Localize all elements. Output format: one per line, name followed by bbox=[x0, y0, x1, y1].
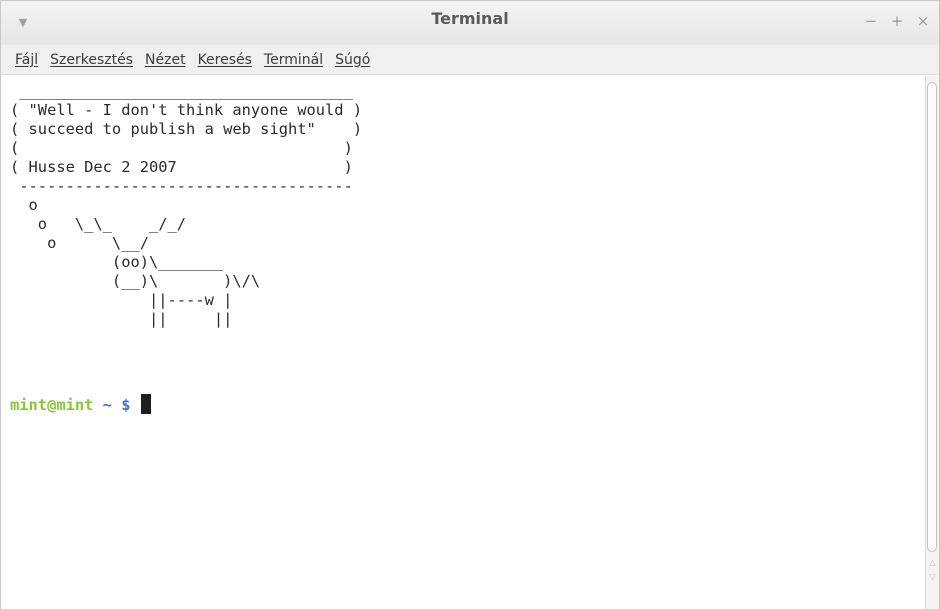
menu-view[interactable]: Nézet bbox=[139, 45, 192, 75]
menu-edit[interactable]: Szerkesztés bbox=[44, 45, 139, 75]
scrollbar-thumb[interactable] bbox=[927, 82, 937, 552]
window-title: Terminal bbox=[431, 9, 509, 28]
close-button[interactable]: × bbox=[913, 11, 933, 31]
menu-bar: Fájl Szerkesztés Nézet Keresés Terminál … bbox=[1, 45, 939, 75]
maximize-button[interactable]: + bbox=[887, 11, 907, 31]
scroll-down-icon[interactable]: ▽ bbox=[926, 572, 939, 582]
menu-terminal[interactable]: Terminál bbox=[258, 45, 329, 75]
text-cursor bbox=[140, 394, 151, 414]
menu-search[interactable]: Keresés bbox=[192, 45, 258, 75]
menu-help[interactable]: Súgó bbox=[329, 45, 376, 75]
scroll-up-icon[interactable]: △ bbox=[926, 558, 939, 568]
menu-file[interactable]: Fájl bbox=[9, 45, 44, 75]
terminal-output: ____________________________________ ( "… bbox=[10, 82, 363, 328]
window-controls: − + × bbox=[861, 11, 933, 35]
shell-prompt[interactable]: mint@mint ~ $ bbox=[10, 394, 151, 415]
title-bar[interactable]: ▼ Terminal − + × bbox=[1, 1, 939, 45]
vertical-scrollbar[interactable]: △ ▽ bbox=[925, 76, 939, 609]
prompt-user: mint@mint bbox=[10, 396, 94, 414]
minimize-button[interactable]: − bbox=[861, 11, 881, 31]
prompt-path: ~ $ bbox=[93, 396, 140, 414]
terminal-window: ▼ Terminal − + × Fájl Szerkesztés Nézet … bbox=[0, 0, 940, 609]
terminal-content[interactable]: ____________________________________ ( "… bbox=[1, 76, 926, 609]
